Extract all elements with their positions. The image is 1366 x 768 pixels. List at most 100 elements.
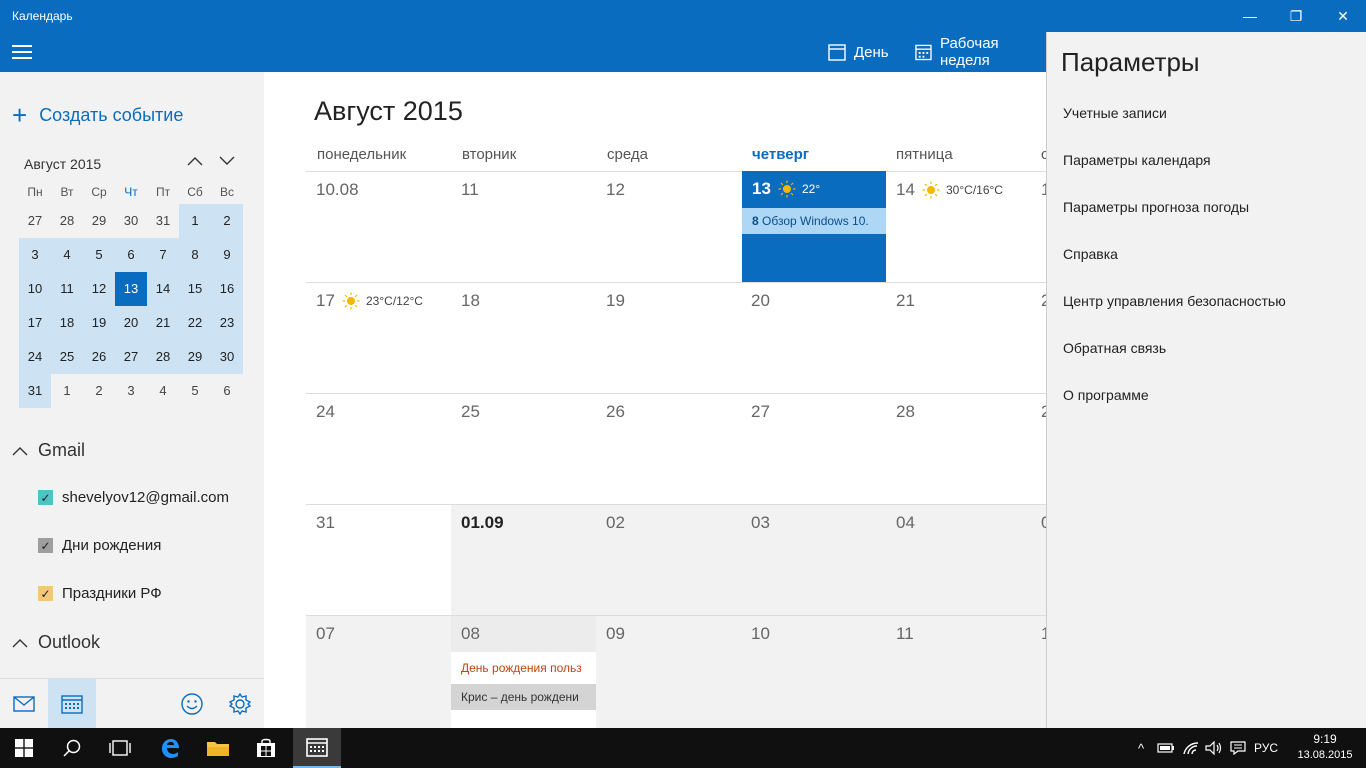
- calendar-button[interactable]: [48, 679, 96, 729]
- calendar-taskbar-button[interactable]: [293, 728, 341, 768]
- battery-icon[interactable]: [1156, 738, 1176, 758]
- mini-day[interactable]: 10: [19, 272, 51, 306]
- mini-day[interactable]: 5: [179, 374, 211, 408]
- checkbox-checked-icon[interactable]: ✓: [38, 538, 53, 553]
- day-cell[interactable]: 28: [886, 393, 1031, 504]
- mini-day[interactable]: 6: [115, 238, 147, 272]
- mini-day[interactable]: 29: [179, 340, 211, 374]
- day-cell[interactable]: 17 23°C/12°C: [306, 282, 451, 393]
- day-cell[interactable]: 11: [886, 615, 1031, 728]
- mini-day[interactable]: 27: [19, 204, 51, 238]
- mini-day[interactable]: 15: [179, 272, 211, 306]
- mini-day-selected[interactable]: 13: [115, 272, 147, 306]
- mini-day[interactable]: 31: [147, 204, 179, 238]
- day-cell[interactable]: 01.09: [451, 504, 596, 615]
- start-button[interactable]: [0, 728, 48, 768]
- mini-day[interactable]: 27: [115, 340, 147, 374]
- day-cell[interactable]: 26: [596, 393, 741, 504]
- mini-calendar-month-label[interactable]: Август 2015: [24, 156, 101, 172]
- day-cell[interactable]: 25: [451, 393, 596, 504]
- day-cell[interactable]: 1: [1031, 171, 1046, 282]
- mini-day[interactable]: 24: [19, 340, 51, 374]
- day-cell[interactable]: 10: [741, 615, 886, 728]
- mini-day[interactable]: 14: [147, 272, 179, 306]
- day-cell[interactable]: 0: [1031, 504, 1046, 615]
- input-language-indicator[interactable]: РУС: [1254, 741, 1278, 755]
- day-cell[interactable]: 10.08: [306, 171, 451, 282]
- mini-day[interactable]: 8: [179, 238, 211, 272]
- store-button[interactable]: [242, 728, 290, 768]
- settings-item-help[interactable]: Справка: [1063, 246, 1118, 262]
- day-cell[interactable]: 02: [596, 504, 741, 615]
- mini-day[interactable]: 7: [147, 238, 179, 272]
- close-button[interactable]: ✕: [1320, 0, 1366, 32]
- mini-day[interactable]: 12: [83, 272, 115, 306]
- calendar-item-holidays[interactable]: ✓ Праздники РФ: [38, 585, 162, 602]
- work-week-view-button[interactable]: Рабочая неделя: [915, 32, 1046, 72]
- mini-day[interactable]: 30: [115, 204, 147, 238]
- mini-day[interactable]: 5: [83, 238, 115, 272]
- day-cell[interactable]: 2: [1031, 282, 1046, 393]
- mini-day[interactable]: 28: [147, 340, 179, 374]
- calendar-item-gmail[interactable]: ✓ shevelyov12@gmail.com: [38, 489, 229, 506]
- checkbox-checked-icon[interactable]: ✓: [38, 490, 53, 505]
- settings-item-weather[interactable]: Параметры прогноза погоды: [1063, 199, 1249, 215]
- day-view-button[interactable]: День: [828, 32, 889, 72]
- mini-day[interactable]: 16: [211, 272, 243, 306]
- mini-day[interactable]: 3: [19, 238, 51, 272]
- clock-date[interactable]: 13.08.2015: [1290, 749, 1360, 761]
- event-item[interactable]: 8 Обзор Windows 10.: [742, 208, 886, 234]
- day-cell[interactable]: 07: [306, 615, 451, 728]
- day-cell[interactable]: 21: [886, 282, 1031, 393]
- mini-day[interactable]: 3: [115, 374, 147, 408]
- mini-day[interactable]: 29: [83, 204, 115, 238]
- settings-item-trust-center[interactable]: Центр управления безопасностью: [1063, 293, 1286, 309]
- mini-day[interactable]: 23: [211, 306, 243, 340]
- mini-day[interactable]: 2: [83, 374, 115, 408]
- mini-day[interactable]: 19: [83, 306, 115, 340]
- day-cell[interactable]: 27: [741, 393, 886, 504]
- mini-day[interactable]: 4: [147, 374, 179, 408]
- day-cell[interactable]: 03: [741, 504, 886, 615]
- mini-day[interactable]: 18: [51, 306, 83, 340]
- day-cell[interactable]: 19: [596, 282, 741, 393]
- mini-day[interactable]: 17: [19, 306, 51, 340]
- restore-button[interactable]: ❐: [1273, 0, 1319, 32]
- file-explorer-button[interactable]: [194, 728, 242, 768]
- create-event-button[interactable]: + Создать событие: [12, 102, 183, 128]
- mini-day[interactable]: 26: [83, 340, 115, 374]
- mini-day[interactable]: 28: [51, 204, 83, 238]
- day-cell[interactable]: 11: [451, 171, 596, 282]
- wifi-icon[interactable]: [1181, 738, 1201, 758]
- settings-item-accounts[interactable]: Учетные записи: [1063, 105, 1167, 121]
- day-cell[interactable]: 12: [596, 171, 741, 282]
- day-cell[interactable]: 20: [741, 282, 886, 393]
- mini-day[interactable]: 1: [51, 374, 83, 408]
- mail-button[interactable]: [0, 679, 48, 729]
- edge-button[interactable]: [146, 728, 194, 768]
- mini-day[interactable]: 9: [211, 238, 243, 272]
- account-outlook-toggle[interactable]: Outlook: [12, 632, 100, 653]
- day-cell[interactable]: 18: [451, 282, 596, 393]
- mini-calendar-previous-button[interactable]: [181, 150, 209, 172]
- mini-day[interactable]: 21: [147, 306, 179, 340]
- calendar-item-birthdays[interactable]: ✓ Дни рождения: [38, 537, 161, 554]
- mini-day[interactable]: 20: [115, 306, 147, 340]
- settings-button[interactable]: [216, 679, 264, 729]
- volume-icon[interactable]: [1204, 738, 1224, 758]
- day-cell[interactable]: 08 День рождения польз Крис – день рожде…: [451, 615, 596, 728]
- day-cell[interactable]: 04: [886, 504, 1031, 615]
- checkbox-checked-icon[interactable]: ✓: [38, 586, 53, 601]
- search-button[interactable]: [48, 728, 96, 768]
- mini-day[interactable]: 22: [179, 306, 211, 340]
- mini-day[interactable]: 31: [19, 374, 51, 408]
- day-cell[interactable]: 24: [306, 393, 451, 504]
- mini-day[interactable]: 1: [179, 204, 211, 238]
- settings-item-calendar[interactable]: Параметры календаря: [1063, 152, 1211, 168]
- mini-day[interactable]: 2: [211, 204, 243, 238]
- day-cell[interactable]: 31: [306, 504, 451, 615]
- mini-day[interactable]: 4: [51, 238, 83, 272]
- mini-day[interactable]: 25: [51, 340, 83, 374]
- event-item[interactable]: День рождения польз: [451, 655, 596, 681]
- minimize-button[interactable]: —: [1227, 0, 1273, 32]
